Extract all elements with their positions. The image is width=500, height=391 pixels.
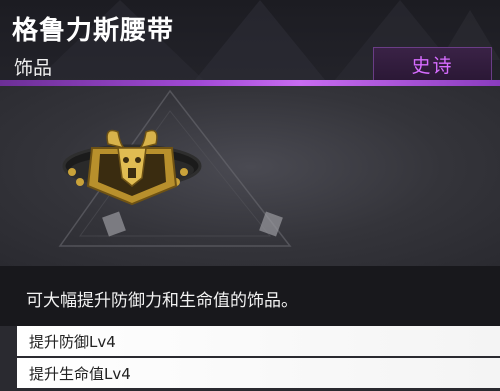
item-description: 可大幅提升防御力和生命值的饰品。 — [26, 291, 298, 311]
stat-label: 提升生命值Lv4 — [29, 364, 131, 383]
item-category: 饰品 — [14, 57, 53, 79]
item-header: 格鲁力斯腰带 饰品 史诗 — [0, 0, 500, 86]
rarity-badge: 史诗 — [373, 47, 492, 80]
rarity-label: 史诗 — [411, 54, 454, 77]
stat-label: 提升防御Lv4 — [29, 332, 116, 351]
item-artwork — [0, 86, 500, 266]
stat-list: 提升防御Lv4 提升生命值Lv4 — [14, 326, 500, 391]
stat-row: 提升生命值Lv4 — [14, 358, 500, 388]
stat-row: 提升防御Lv4 — [14, 326, 500, 356]
artwork-svg — [58, 89, 292, 247]
belt-icon — [62, 129, 202, 206]
item-name: 格鲁力斯腰带 — [12, 16, 175, 46]
